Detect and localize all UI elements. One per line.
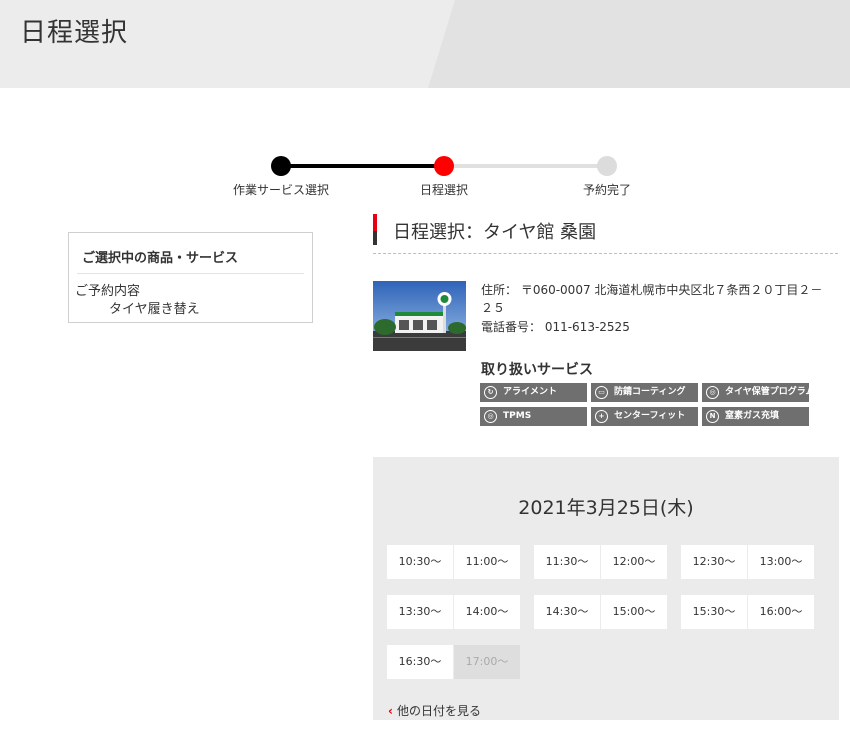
service-badge-tpms: ◎ TPMS bbox=[480, 407, 587, 426]
selection-item: タイヤ履き替え bbox=[109, 302, 200, 317]
step-label-schedule: 日程選択 bbox=[419, 183, 469, 197]
chevron-left-icon: ‹ bbox=[388, 704, 393, 718]
service-badge-tire-storage: ◎ タイヤ保管プログラム bbox=[702, 383, 809, 402]
time-slot-1330[interactable]: 13:30〜 bbox=[387, 595, 453, 629]
shop-title: 日程選択：タイヤ館 桑園 bbox=[393, 222, 597, 243]
service-badge-label: 防錆コーティング bbox=[614, 387, 686, 397]
center-fit-icon: + bbox=[595, 410, 608, 423]
selection-divider bbox=[77, 273, 304, 274]
progress-steps: 作業サービス選択 日程選択 予約完了 bbox=[220, 150, 660, 200]
nitrogen-icon: N bbox=[706, 410, 719, 423]
schedule-date: 2021年3月25日(木) bbox=[518, 497, 694, 519]
step-label-complete: 予約完了 bbox=[582, 183, 632, 197]
service-badge-label: 窒素ガス充填 bbox=[725, 411, 780, 421]
shop-tel: 電話番号： 011-613-2525 bbox=[481, 320, 630, 334]
page-header: 日程選択 bbox=[0, 0, 850, 88]
tpms-icon: ◎ bbox=[484, 410, 497, 423]
time-slot-1700-unavailable: 17:00〜 bbox=[454, 645, 520, 679]
progress-line-pending bbox=[444, 164, 608, 168]
step-dot-service bbox=[271, 156, 291, 176]
step-dot-complete bbox=[597, 156, 617, 176]
page-title: 日程選択 bbox=[20, 18, 129, 48]
time-slot-1500[interactable]: 15:00〜 bbox=[601, 595, 667, 629]
shop-address: 住所： 〒060-0007 北海道札幌市中央区北７条西２０丁目２－２５ bbox=[481, 283, 823, 315]
other-dates-label: 他の日付を見る bbox=[396, 704, 481, 718]
service-badge-label: センターフィット bbox=[614, 411, 686, 421]
service-badge-label: TPMS bbox=[503, 411, 532, 421]
progress-line-done bbox=[280, 164, 444, 168]
service-badge-alignment: ↻ アライメント bbox=[480, 383, 587, 402]
service-badge-label: アライメント bbox=[503, 387, 558, 397]
time-slot-1130[interactable]: 11:30〜 bbox=[534, 545, 600, 579]
service-badge-label: タイヤ保管プログラム bbox=[725, 387, 809, 397]
other-dates-link[interactable]: ‹ 他の日付を見る bbox=[388, 702, 481, 719]
time-slot-1200[interactable]: 12:00〜 bbox=[601, 545, 667, 579]
time-slot-1530[interactable]: 15:30〜 bbox=[681, 595, 747, 629]
time-slot-1600[interactable]: 16:00〜 bbox=[748, 595, 814, 629]
step-dot-schedule bbox=[434, 156, 454, 176]
service-badge-center-fit: + センターフィット bbox=[591, 407, 698, 426]
selection-subtitle: ご予約内容 bbox=[75, 284, 141, 299]
tire-storage-icon: ◎ bbox=[706, 386, 719, 399]
time-slot-1630[interactable]: 16:30〜 bbox=[387, 645, 453, 679]
selection-card: ご選択中の商品・サービス ご予約内容 タイヤ履き替え bbox=[68, 232, 313, 323]
time-slot-1400[interactable]: 14:00〜 bbox=[454, 595, 520, 629]
service-badge-nitrogen: N 窒素ガス充填 bbox=[702, 407, 809, 426]
time-slot-1100[interactable]: 11:00〜 bbox=[454, 545, 520, 579]
shop-heading: 日程選択：タイヤ館 桑園 bbox=[373, 214, 838, 254]
selection-card-title: ご選択中の商品・サービス bbox=[82, 251, 239, 266]
time-slot-1430[interactable]: 14:30〜 bbox=[534, 595, 600, 629]
time-slot-1030[interactable]: 10:30〜 bbox=[387, 545, 453, 579]
services-title: 取り扱いサービス bbox=[481, 362, 593, 378]
shop-photo bbox=[373, 281, 466, 351]
heading-accent-bar bbox=[373, 214, 377, 245]
shop-building-illustration bbox=[373, 281, 466, 351]
schedule-panel: 2021年3月25日(木) 10:30〜 11:00〜 11:30〜 12:00… bbox=[373, 457, 839, 720]
alignment-icon: ↻ bbox=[484, 386, 497, 399]
time-slot-1230[interactable]: 12:30〜 bbox=[681, 545, 747, 579]
service-badge-coating: ▭ 防錆コーティング bbox=[591, 383, 698, 402]
time-slot-1300[interactable]: 13:00〜 bbox=[748, 545, 814, 579]
step-label-service: 作業サービス選択 bbox=[232, 183, 330, 197]
car-coating-icon: ▭ bbox=[595, 386, 608, 399]
